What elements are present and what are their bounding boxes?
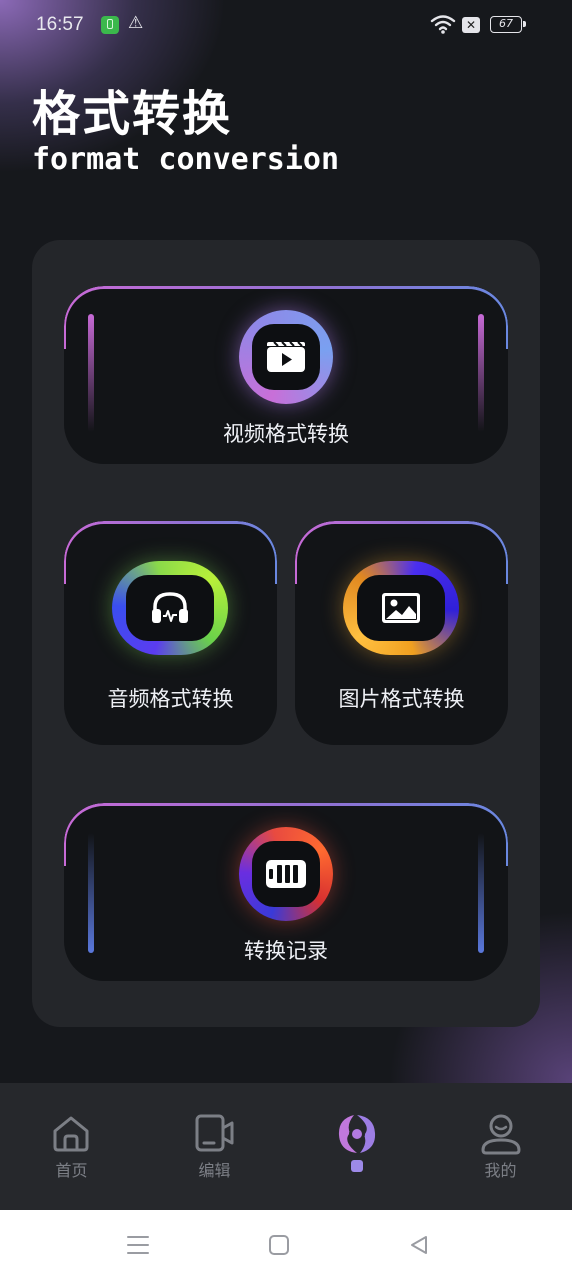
wifi-icon	[430, 15, 456, 34]
system-navigation-bar	[0, 1210, 572, 1280]
nav-label-home: 首页	[55, 1161, 88, 1180]
left-accent-bar	[88, 314, 94, 432]
conversion-history-label: 转换记录	[244, 939, 328, 963]
image-conversion-label: 图片格式转换	[338, 687, 465, 711]
app-notification-icon	[101, 16, 119, 34]
warning-icon: ⚠	[128, 13, 144, 33]
edit-video-icon	[195, 1114, 234, 1152]
page-subtitle: format conversion	[32, 142, 340, 177]
back-icon[interactable]	[408, 1234, 430, 1256]
video-icon	[252, 324, 320, 390]
status-time: 16:57	[36, 14, 84, 35]
home-square-icon[interactable]	[268, 1234, 290, 1256]
nav-label-edit: 编辑	[198, 1161, 231, 1180]
status-bar: 16:57 ⚠ ✕ 67	[0, 0, 572, 52]
nav-item-home[interactable]: 首页	[0, 1083, 143, 1210]
menu-icon[interactable]	[126, 1234, 150, 1256]
nav-item-edit[interactable]: 编辑	[143, 1083, 286, 1210]
headphones-icon	[126, 575, 214, 641]
right-accent-bar	[478, 314, 484, 432]
video-conversion-card[interactable]: 视频格式转换	[64, 286, 508, 464]
convert-swirl-icon	[338, 1115, 376, 1153]
audio-conversion-card[interactable]: 音频格式转换	[64, 521, 277, 745]
image-icon	[357, 575, 445, 641]
profile-icon	[481, 1114, 521, 1155]
conversion-history-card[interactable]: 转换记录	[64, 803, 508, 981]
nav-item-mine[interactable]: 我的	[429, 1083, 572, 1210]
page-title: 格式转换	[32, 86, 233, 142]
image-conversion-card[interactable]: 图片格式转换	[295, 521, 508, 745]
nav-label-mine: 我的	[484, 1161, 517, 1180]
nav-item-convert-active[interactable]	[286, 1083, 429, 1210]
bottom-navigation: 首页 编辑 我的	[0, 1083, 572, 1210]
sim-off-icon: ✕	[462, 17, 480, 33]
video-conversion-label: 视频格式转换	[223, 422, 349, 446]
home-icon	[53, 1116, 89, 1152]
history-icon	[252, 841, 320, 907]
active-indicator	[351, 1160, 363, 1172]
audio-conversion-label: 音频格式转换	[107, 687, 234, 711]
battery-icon: 67	[490, 16, 526, 33]
